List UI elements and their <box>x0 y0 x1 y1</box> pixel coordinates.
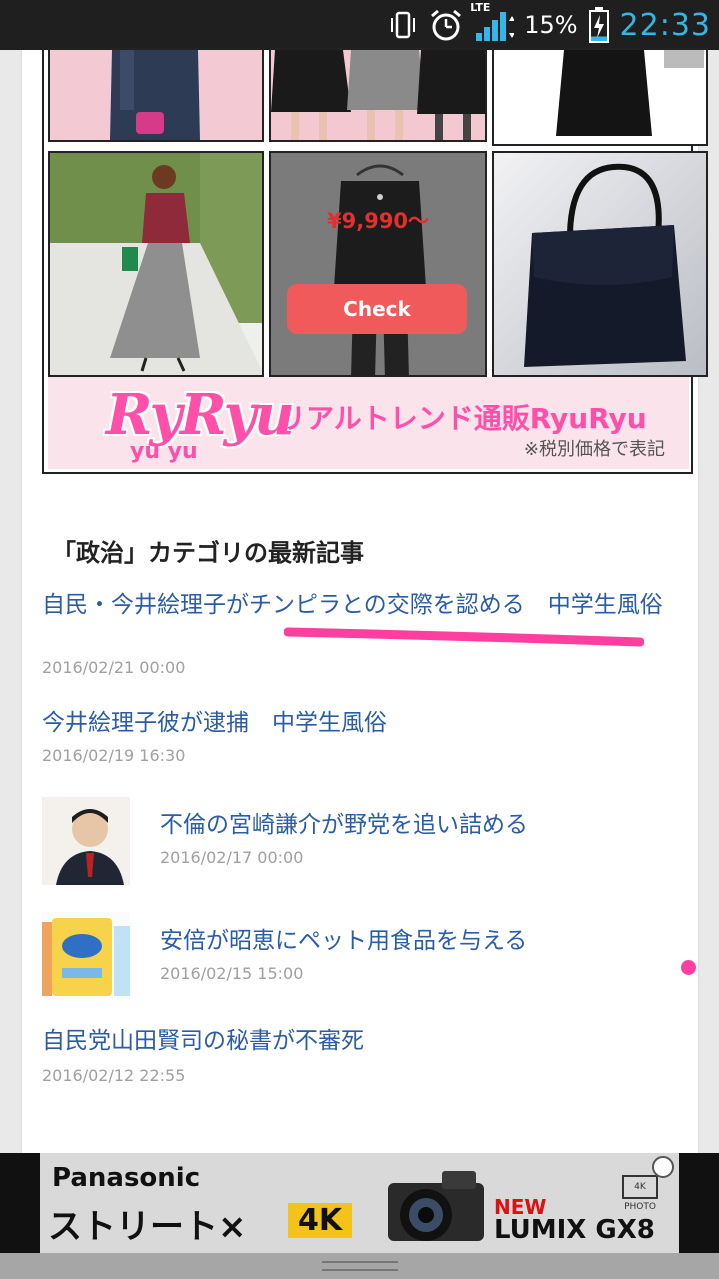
ad-tile-black-handbag[interactable] <box>492 151 708 377</box>
ryuryu-logo-sub: yu yu <box>130 439 198 464</box>
ad-4k-photo-badge: 4K PHOTO <box>622 1175 658 1212</box>
man-portrait-image <box>42 797 130 885</box>
hand-drawn-underline <box>284 627 644 647</box>
banner-note: ※税別価格で表記 <box>523 439 665 460</box>
plaid-dress-image <box>50 153 262 375</box>
ad-model-name: LUMIX GX8 <box>494 1215 655 1245</box>
ad-tile-skirts[interactable] <box>269 48 487 142</box>
ad-tile-black-skirt[interactable] <box>492 48 708 146</box>
banner-title: リアルトレンド通販RyuRyu <box>278 402 647 435</box>
status-bar: LTE 15% 22:33 <box>0 0 719 50</box>
article-thumbnail-3[interactable] <box>42 797 130 885</box>
camera-image <box>388 1171 484 1241</box>
ad-tile-plaid-dress[interactable] <box>48 151 264 377</box>
bottom-banner-ad[interactable]: Panasonic ストリート× 4K NEW LUMIX GX8 4K PHO… <box>0 1153 719 1253</box>
black-skirt-image <box>494 50 706 144</box>
ryuryu-banner[interactable]: RyRyu yu yu リアルトレンド通販RyuRyu ※税別価格で表記 <box>48 377 689 469</box>
section-title: 「政治」カテゴリの最新記事 <box>52 539 364 567</box>
navy-dress-image <box>50 50 262 140</box>
clock: 22:33 <box>619 7 711 43</box>
article-link-5[interactable]: 自民党山田賢司の秘書が不審死 <box>42 1025 364 1058</box>
ad-tile-navy-dress[interactable] <box>48 48 264 142</box>
black-handbag-image <box>494 153 706 375</box>
article-page: ¥9,990～ Check RyRyu yu yu リアルトレンド通販RyuRy… <box>22 48 708 1155</box>
article-date-3: 2016/02/17 00:00 <box>160 848 304 867</box>
vibrate-icon <box>388 10 418 40</box>
article-link-3[interactable]: 不倫の宮崎謙介が野党を追い詰める <box>160 809 528 842</box>
ad-tagline: ストリート× <box>48 1207 247 1247</box>
product-ad-grid[interactable]: ¥9,990～ Check RyRyu yu yu リアルトレンド通販RyuRy… <box>42 48 708 474</box>
panasonic-ad[interactable]: Panasonic ストリート× 4K NEW LUMIX GX8 4K PHO… <box>40 1153 679 1253</box>
article-thumbnail-4[interactable] <box>42 912 130 1000</box>
signal-icon: LTE <box>470 1 515 43</box>
battery-percent: 15% <box>524 11 578 39</box>
alarm-icon <box>428 8 464 42</box>
article-link-2[interactable]: 今井絵理子彼が逮捕 中学生風俗 <box>42 707 387 740</box>
article-link-4[interactable]: 安倍が昭恵にペット用食品を与える <box>160 925 527 958</box>
check-button[interactable]: Check <box>287 284 467 334</box>
ad-tile-black-suit[interactable]: ¥9,990～ Check <box>269 151 487 377</box>
price-label: ¥9,990～ <box>327 209 430 233</box>
article-date-2: 2016/02/19 16:30 <box>42 746 186 765</box>
black-suit-image <box>271 153 485 375</box>
battery-charging-icon <box>588 6 610 44</box>
article-link-1[interactable]: 自民・今井絵理子がチンピラとの交際を認める 中学生風俗 <box>42 589 682 622</box>
skirts-image <box>271 50 485 140</box>
ad-4k-badge: 4K <box>288 1203 353 1238</box>
article-date-4: 2016/02/15 15:00 <box>160 964 304 983</box>
pet-food-image <box>42 912 130 1000</box>
ad-info-icon[interactable] <box>652 1156 674 1178</box>
bottom-nav-bar <box>0 1253 719 1279</box>
ad-brand: Panasonic <box>52 1163 201 1193</box>
article-date-1: 2016/02/21 00:00 <box>42 658 186 677</box>
highlight-dot <box>681 960 696 975</box>
drag-handle-icon[interactable] <box>322 1261 398 1271</box>
article-date-5: 2016/02/12 22:55 <box>42 1066 186 1085</box>
network-label: LTE <box>470 1 491 14</box>
